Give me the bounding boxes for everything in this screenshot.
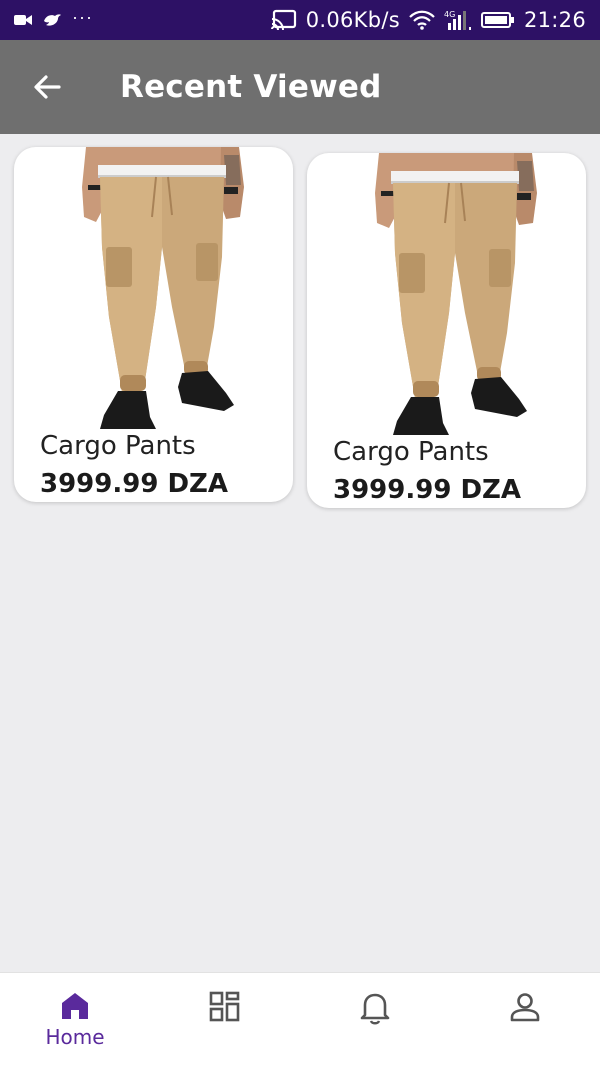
app-bar: Recent Viewed [0,40,600,134]
product-card[interactable]: Cargo Pants 3999.99 DZA [307,153,586,508]
product-image [82,147,244,429]
grid-icon [209,991,240,1022]
bell-icon [360,993,390,1025]
nav-item-profile[interactable] [450,973,600,1067]
wifi-icon [409,10,435,30]
battery-icon [480,12,514,28]
video-icon [14,15,32,25]
network-speed: 0.06Kb/s [305,8,400,32]
status-bar-right: 0.06Kb/s 4G 21:26 [270,8,586,32]
product-name: Cargo Pants [40,431,196,461]
cast-icon [270,9,296,31]
product-name: Cargo Pants [333,437,489,467]
svg-text:4G: 4G [444,10,455,19]
product-image [375,153,537,435]
page-title: Recent Viewed [120,69,382,105]
nav-item-notifications[interactable] [300,973,450,1067]
clock: 21:26 [523,8,586,32]
home-icon [62,993,88,1019]
signal-4g-icon: 4G [444,10,471,30]
person-icon [510,993,540,1022]
product-price: 3999.99 DZA [40,469,229,499]
product-price: 3999.99 DZA [333,475,522,505]
bottom-nav: Home [0,972,600,1067]
status-bar: ··· 0.06Kb/s 4G 21:26 [0,0,600,40]
product-card[interactable]: Cargo Pants 3999.99 DZA [14,147,293,502]
back-button[interactable] [12,52,82,122]
status-bar-left: ··· [14,7,93,28]
notification-dots: ··· [72,6,93,27]
nav-item-categories[interactable] [150,973,300,1067]
bird-icon [44,14,61,26]
arrow-back-icon [34,75,61,99]
nav-item-home[interactable]: Home [0,973,150,1067]
nav-label-home: Home [45,1025,105,1049]
